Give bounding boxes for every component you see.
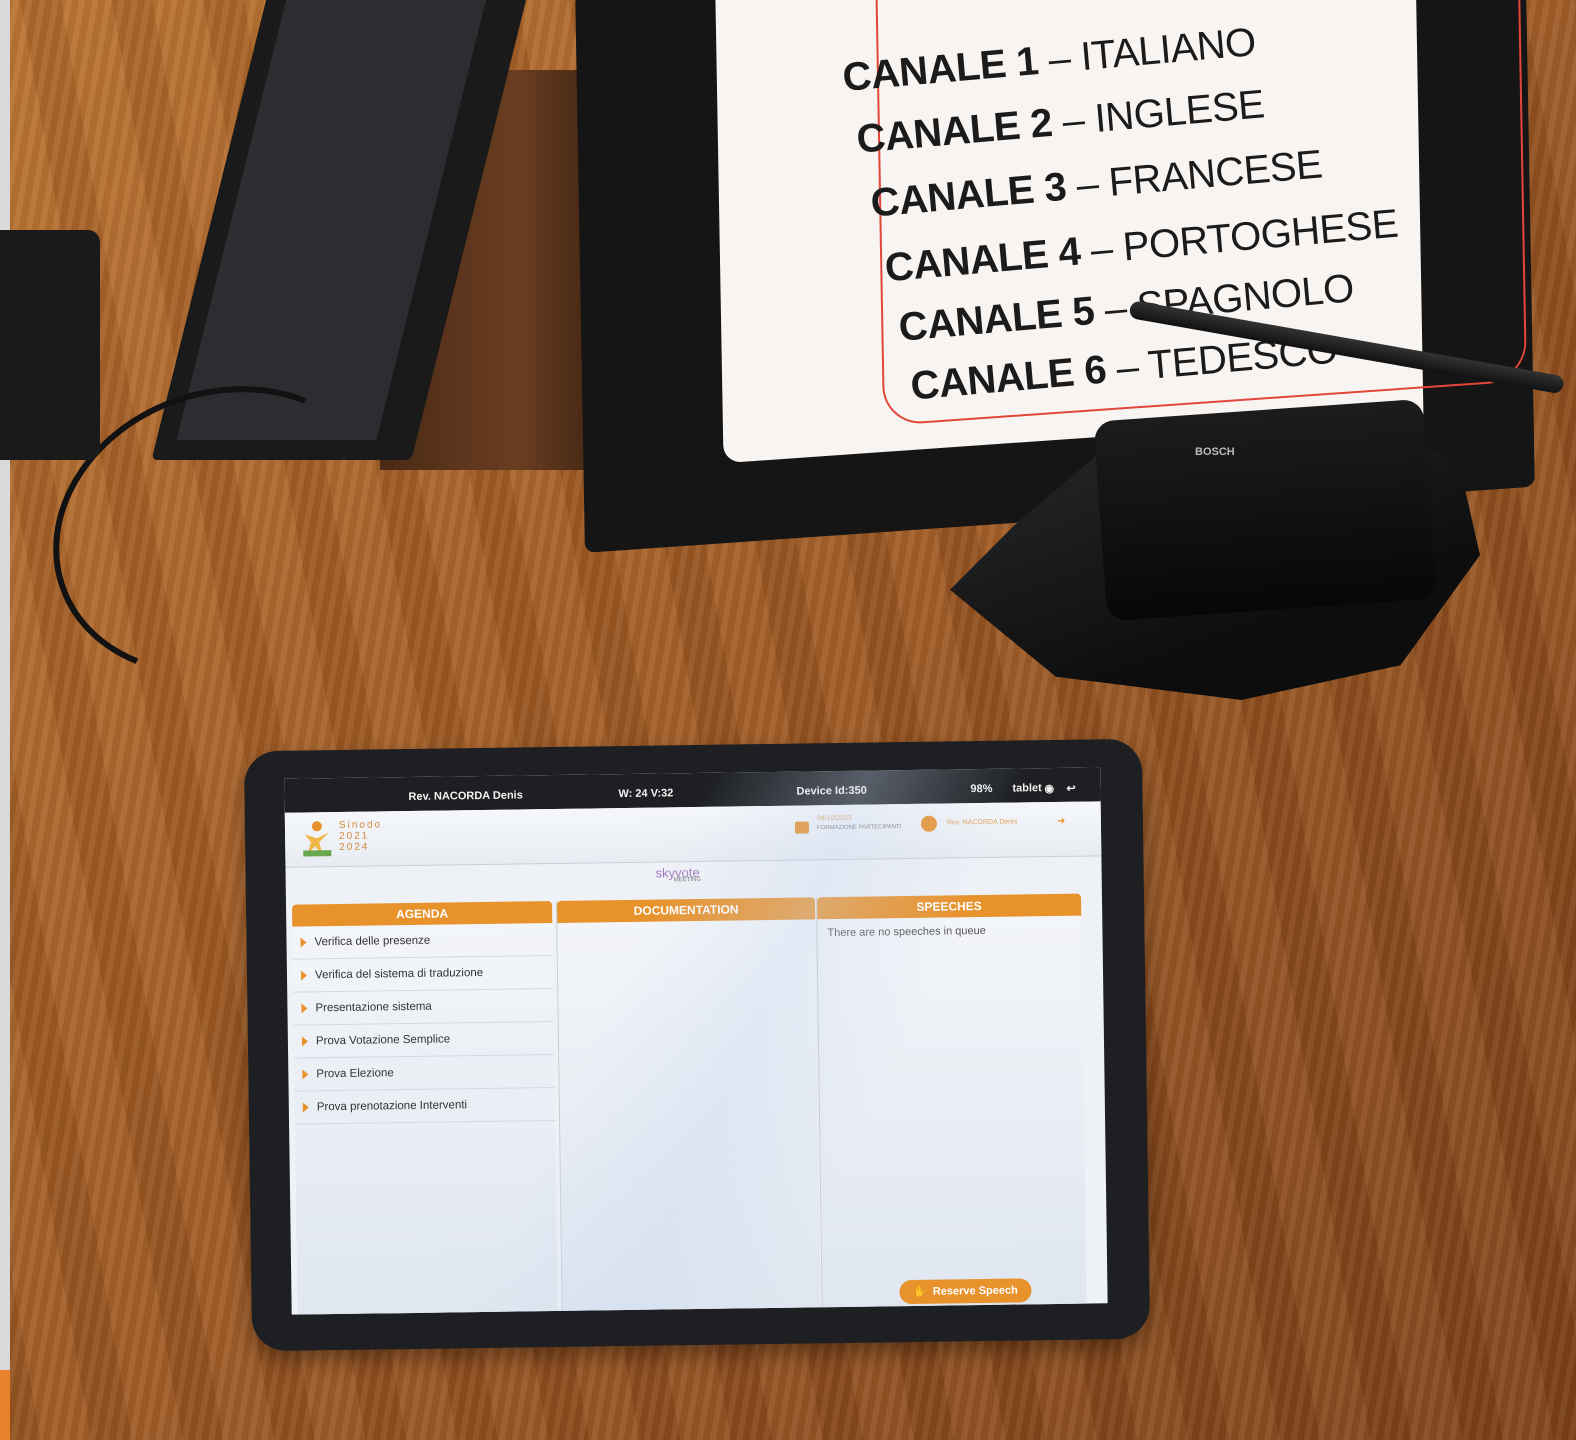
speeches-empty-message: There are no speeches in queue <box>827 924 986 940</box>
agenda-item-label: Prova prenotazione Interventi <box>316 1099 468 1114</box>
app-header: Sinodo 2021 2024 04/10/2023 FORMAZIONE P… <box>284 801 1102 868</box>
skyvote-logo: skyvote MEETING <box>655 865 701 884</box>
agenda-item[interactable]: Prova Votazione Semplice <box>293 1021 555 1059</box>
logout-icon[interactable]: ➜ <box>1057 816 1067 827</box>
logo-line: 2021 <box>338 830 370 842</box>
synod-logo-icon <box>303 821 332 857</box>
caret-right-icon <box>302 1069 309 1080</box>
caret-right-icon <box>301 1003 308 1014</box>
back-icon[interactable]: ↩ <box>1066 782 1075 795</box>
meeting-date: 04/10/2023 <box>816 814 852 823</box>
caret-right-icon <box>301 1036 308 1047</box>
left-device <box>0 230 100 460</box>
status-user: Rev. NACORDA Denis <box>408 789 523 804</box>
hand-icon: ✋ <box>913 1285 927 1299</box>
reserve-speech-button[interactable]: ✋ Reserve Speech <box>899 1278 1032 1305</box>
agenda-item[interactable]: Prova prenotazione Interventi <box>294 1087 556 1125</box>
agenda-panel: AGENDA Verifica delle presenze Verifica … <box>292 901 558 1315</box>
status-counters: W: 24 V:32 <box>618 787 674 801</box>
agenda-item-label: Verifica delle presenze <box>314 934 431 949</box>
microphone-top <box>1093 398 1437 622</box>
user-avatar-icon[interactable] <box>920 815 938 832</box>
agenda-item[interactable]: Presentazione sistema <box>293 989 554 1026</box>
speeches-panel: SPEECHES There are no speeches in queue <box>815 893 1087 1315</box>
documentation-header: DOCUMENTATION <box>556 897 816 923</box>
agenda-item[interactable]: Prova Elezione <box>294 1054 555 1092</box>
channel-separator: – <box>1050 97 1097 145</box>
agenda-item-label: Prova Votazione Semplice <box>315 1033 451 1048</box>
logo-line: 2024 <box>339 841 370 853</box>
skyvote-sub: MEETING <box>673 876 702 884</box>
calendar-icon <box>794 821 810 834</box>
channel-separator: – <box>1064 160 1111 209</box>
documentation-panel: DOCUMENTATION <box>555 897 821 1315</box>
channel-separator: – <box>1078 225 1125 274</box>
network-name: tablet <box>1012 782 1042 795</box>
caret-right-icon <box>300 970 308 981</box>
wifi-icon: ◉ <box>1044 782 1055 796</box>
edge-accent <box>0 1370 10 1440</box>
reserve-speech-label: Reserve Speech <box>932 1284 1018 1298</box>
user-name: Rev. NACORDA Denis <box>946 818 1018 827</box>
channel-separator: – <box>1104 343 1151 392</box>
agenda-item-label: Presentazione sistema <box>315 1000 432 1015</box>
caret-right-icon <box>300 937 307 948</box>
agenda-item-label: Prova Elezione <box>316 1067 394 1081</box>
photo-scene: CANALE 1 – ITALIANO CANALE 2 – INGLESE C… <box>0 0 1576 1440</box>
agenda-item[interactable]: Verifica delle presenze <box>292 923 553 960</box>
tablet-screen: Rev. NACORDA Denis W: 24 V:32 Device Id:… <box>284 767 1108 1315</box>
channel-separator: – <box>1036 35 1083 83</box>
logo-line: Sinodo <box>338 819 383 831</box>
tablet: Rev. NACORDA Denis W: 24 V:32 Device Id:… <box>243 738 1151 1352</box>
caret-right-icon <box>302 1102 309 1113</box>
battery-level: 98% <box>970 782 993 796</box>
microphone-brand: BOSCH <box>1195 446 1235 458</box>
synod-logo-text: Sinodo 2021 2024 <box>339 819 383 853</box>
meeting-name: FORMAZIONE PARTECIPANTI <box>816 824 902 832</box>
status-device-id: Device Id:350 <box>796 784 867 798</box>
left-edge-strip <box>0 0 10 1440</box>
agenda-item[interactable]: Verifica del sistema di traduzione <box>292 956 554 993</box>
agenda-item-label: Verifica del sistema di traduzione <box>314 966 484 982</box>
